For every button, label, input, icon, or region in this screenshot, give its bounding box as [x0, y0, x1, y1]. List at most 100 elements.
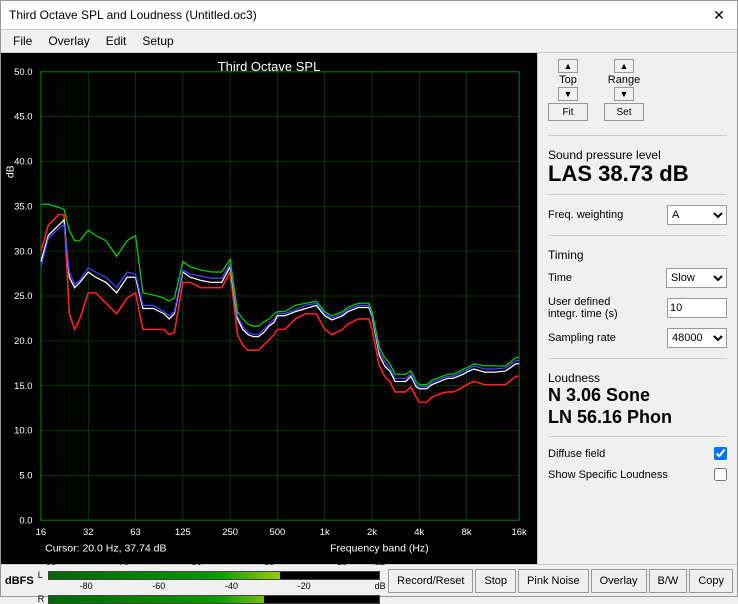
time-label: Time	[548, 272, 572, 284]
dbfs-label: dBFS	[5, 575, 34, 587]
svg-text:2k: 2k	[367, 526, 377, 537]
menu-edit[interactable]: Edit	[98, 32, 135, 50]
pink-noise-button[interactable]: Pink Noise	[518, 569, 589, 593]
range-down-button[interactable]: ▼	[614, 87, 634, 101]
svg-text:250: 250	[222, 526, 238, 537]
svg-text:1k: 1k	[320, 526, 330, 537]
l-channel-label: L	[38, 570, 46, 580]
separator-1	[548, 135, 727, 136]
diffuse-field-row: Diffuse field	[548, 447, 727, 460]
chart-svg: dB 50.0 45.0 40.0 35.0 30.0 25.0 20.0	[1, 53, 537, 564]
svg-text:25.0: 25.0	[14, 290, 32, 301]
svg-text:32: 32	[83, 526, 94, 537]
user-defined-input[interactable]	[667, 298, 727, 318]
sampling-rate-select[interactable]: 44100 48000 96000	[667, 328, 727, 348]
svg-text:40.0: 40.0	[14, 156, 32, 167]
tick-db-r: dB	[375, 581, 386, 591]
diffuse-field-label: Diffuse field	[548, 448, 605, 460]
show-specific-label: Show Specific Loudness	[548, 469, 668, 481]
r-channel-label: R	[38, 594, 46, 604]
svg-text:dB: dB	[6, 165, 17, 178]
sampling-rate-row: Sampling rate 44100 48000 96000	[548, 328, 727, 348]
spl-value: LAS 38.73 dB	[548, 162, 727, 186]
tick-minus20: -20	[298, 581, 311, 591]
separator-3	[548, 235, 727, 236]
meter-ticks-top: -90 -70 -50 -30 -10 dB	[50, 557, 380, 569]
top-up-button[interactable]: ▲	[558, 59, 578, 73]
record-reset-button[interactable]: Record/Reset	[388, 569, 473, 593]
menu-setup[interactable]: Setup	[134, 32, 181, 50]
r-meter-bar	[48, 595, 380, 604]
tick-minus40: -40	[225, 581, 238, 591]
main-window: Third Octave SPL and Loudness (Untitled.…	[0, 0, 738, 597]
right-panel: ▲ Top ▼ Fit ▲ Range ▼ Set Sound pressure…	[537, 53, 737, 564]
svg-text:8k: 8k	[462, 526, 472, 537]
svg-text:20.0: 20.0	[14, 335, 32, 346]
stop-button[interactable]: Stop	[475, 569, 516, 593]
fit-button[interactable]: Fit	[548, 103, 588, 121]
overlay-button[interactable]: Overlay	[591, 569, 647, 593]
freq-weighting-row: Freq. weighting A B C Z	[548, 205, 727, 225]
window-title: Third Octave SPL and Loudness (Untitled.…	[9, 8, 257, 22]
bw-button[interactable]: B/W	[649, 569, 688, 593]
tick-minus10: -10	[334, 557, 347, 567]
meter-ticks-bottom: -80 -60 -40 -20 dB	[50, 581, 380, 593]
svg-text:0.0: 0.0	[19, 514, 32, 525]
sampling-rate-label: Sampling rate	[548, 332, 616, 344]
title-bar: Third Octave SPL and Loudness (Untitled.…	[1, 1, 737, 30]
svg-text:16k: 16k	[512, 526, 528, 537]
menu-file[interactable]: File	[5, 32, 40, 50]
loudness-label: Loudness	[548, 371, 727, 385]
range-control: ▲ Range ▼ Set	[604, 59, 644, 121]
svg-text:Cursor: 20.0 Hz, 37.74 dB: Cursor: 20.0 Hz, 37.74 dB	[45, 544, 166, 555]
loudness-section: Loudness N 3.06 Sone LN 56.16 Phon	[548, 367, 727, 428]
top-label: Top	[559, 73, 577, 87]
loudness-ln-value: LN 56.16 Phon	[548, 407, 727, 429]
menu-bar: File Overlay Edit Setup	[1, 30, 737, 53]
time-row: Time Fast Slow Impulse	[548, 268, 727, 288]
tick-minus60: -60	[152, 581, 165, 591]
svg-text:10.0: 10.0	[14, 425, 32, 436]
svg-text:500: 500	[270, 526, 286, 537]
show-specific-row: Show Specific Loudness	[548, 468, 727, 481]
action-buttons: Record/Reset Stop Pink Noise Overlay B/W…	[384, 567, 737, 595]
svg-text:50.0: 50.0	[14, 66, 32, 77]
time-select[interactable]: Fast Slow Impulse	[666, 268, 727, 288]
tick-minus90: -90	[43, 557, 56, 567]
svg-text:5.0: 5.0	[19, 470, 32, 481]
tick-minus30: -30	[261, 557, 274, 567]
set-button[interactable]: Set	[604, 103, 644, 121]
svg-text:16: 16	[36, 526, 47, 537]
timing-label: Timing	[548, 248, 727, 262]
separator-2	[548, 194, 727, 195]
l-meter-bar	[48, 571, 380, 580]
tick-minus80: -80	[80, 581, 93, 591]
copy-button[interactable]: Copy	[689, 569, 733, 593]
freq-weighting-select[interactable]: A B C Z	[667, 205, 727, 225]
loudness-n-value: N 3.06 Sone	[548, 385, 727, 407]
spl-section: Sound pressure level LAS 38.73 dB	[548, 144, 727, 186]
close-button[interactable]: ✕	[709, 5, 729, 25]
top-down-button[interactable]: ▼	[558, 87, 578, 101]
show-specific-checkbox[interactable]	[714, 468, 727, 481]
main-content: Third Octave SPL ARTA dB 50.0 45.0 40.0 …	[1, 53, 737, 564]
user-defined-label: User definedintegr. time (s)	[548, 296, 618, 320]
range-up-button[interactable]: ▲	[614, 59, 634, 73]
separator-4	[548, 358, 727, 359]
range-label: Range	[608, 73, 640, 87]
svg-text:15.0: 15.0	[14, 380, 32, 391]
svg-text:35.0: 35.0	[14, 200, 32, 211]
chart-area: Third Octave SPL ARTA dB 50.0 45.0 40.0 …	[1, 53, 537, 564]
user-defined-row: User definedintegr. time (s)	[548, 296, 727, 320]
menu-overlay[interactable]: Overlay	[40, 32, 97, 50]
svg-text:63: 63	[130, 526, 141, 537]
diffuse-field-checkbox[interactable]	[714, 447, 727, 460]
tick-minus50: -50	[189, 557, 202, 567]
separator-5	[548, 436, 727, 437]
tick-db-l: dB	[375, 557, 386, 567]
spl-label: Sound pressure level	[548, 148, 727, 162]
range-controls: ▲ Top ▼ Fit ▲ Range ▼ Set	[548, 59, 727, 121]
r-meter-row: R	[38, 594, 380, 604]
svg-text:45.0: 45.0	[14, 111, 32, 122]
svg-text:4k: 4k	[414, 526, 424, 537]
